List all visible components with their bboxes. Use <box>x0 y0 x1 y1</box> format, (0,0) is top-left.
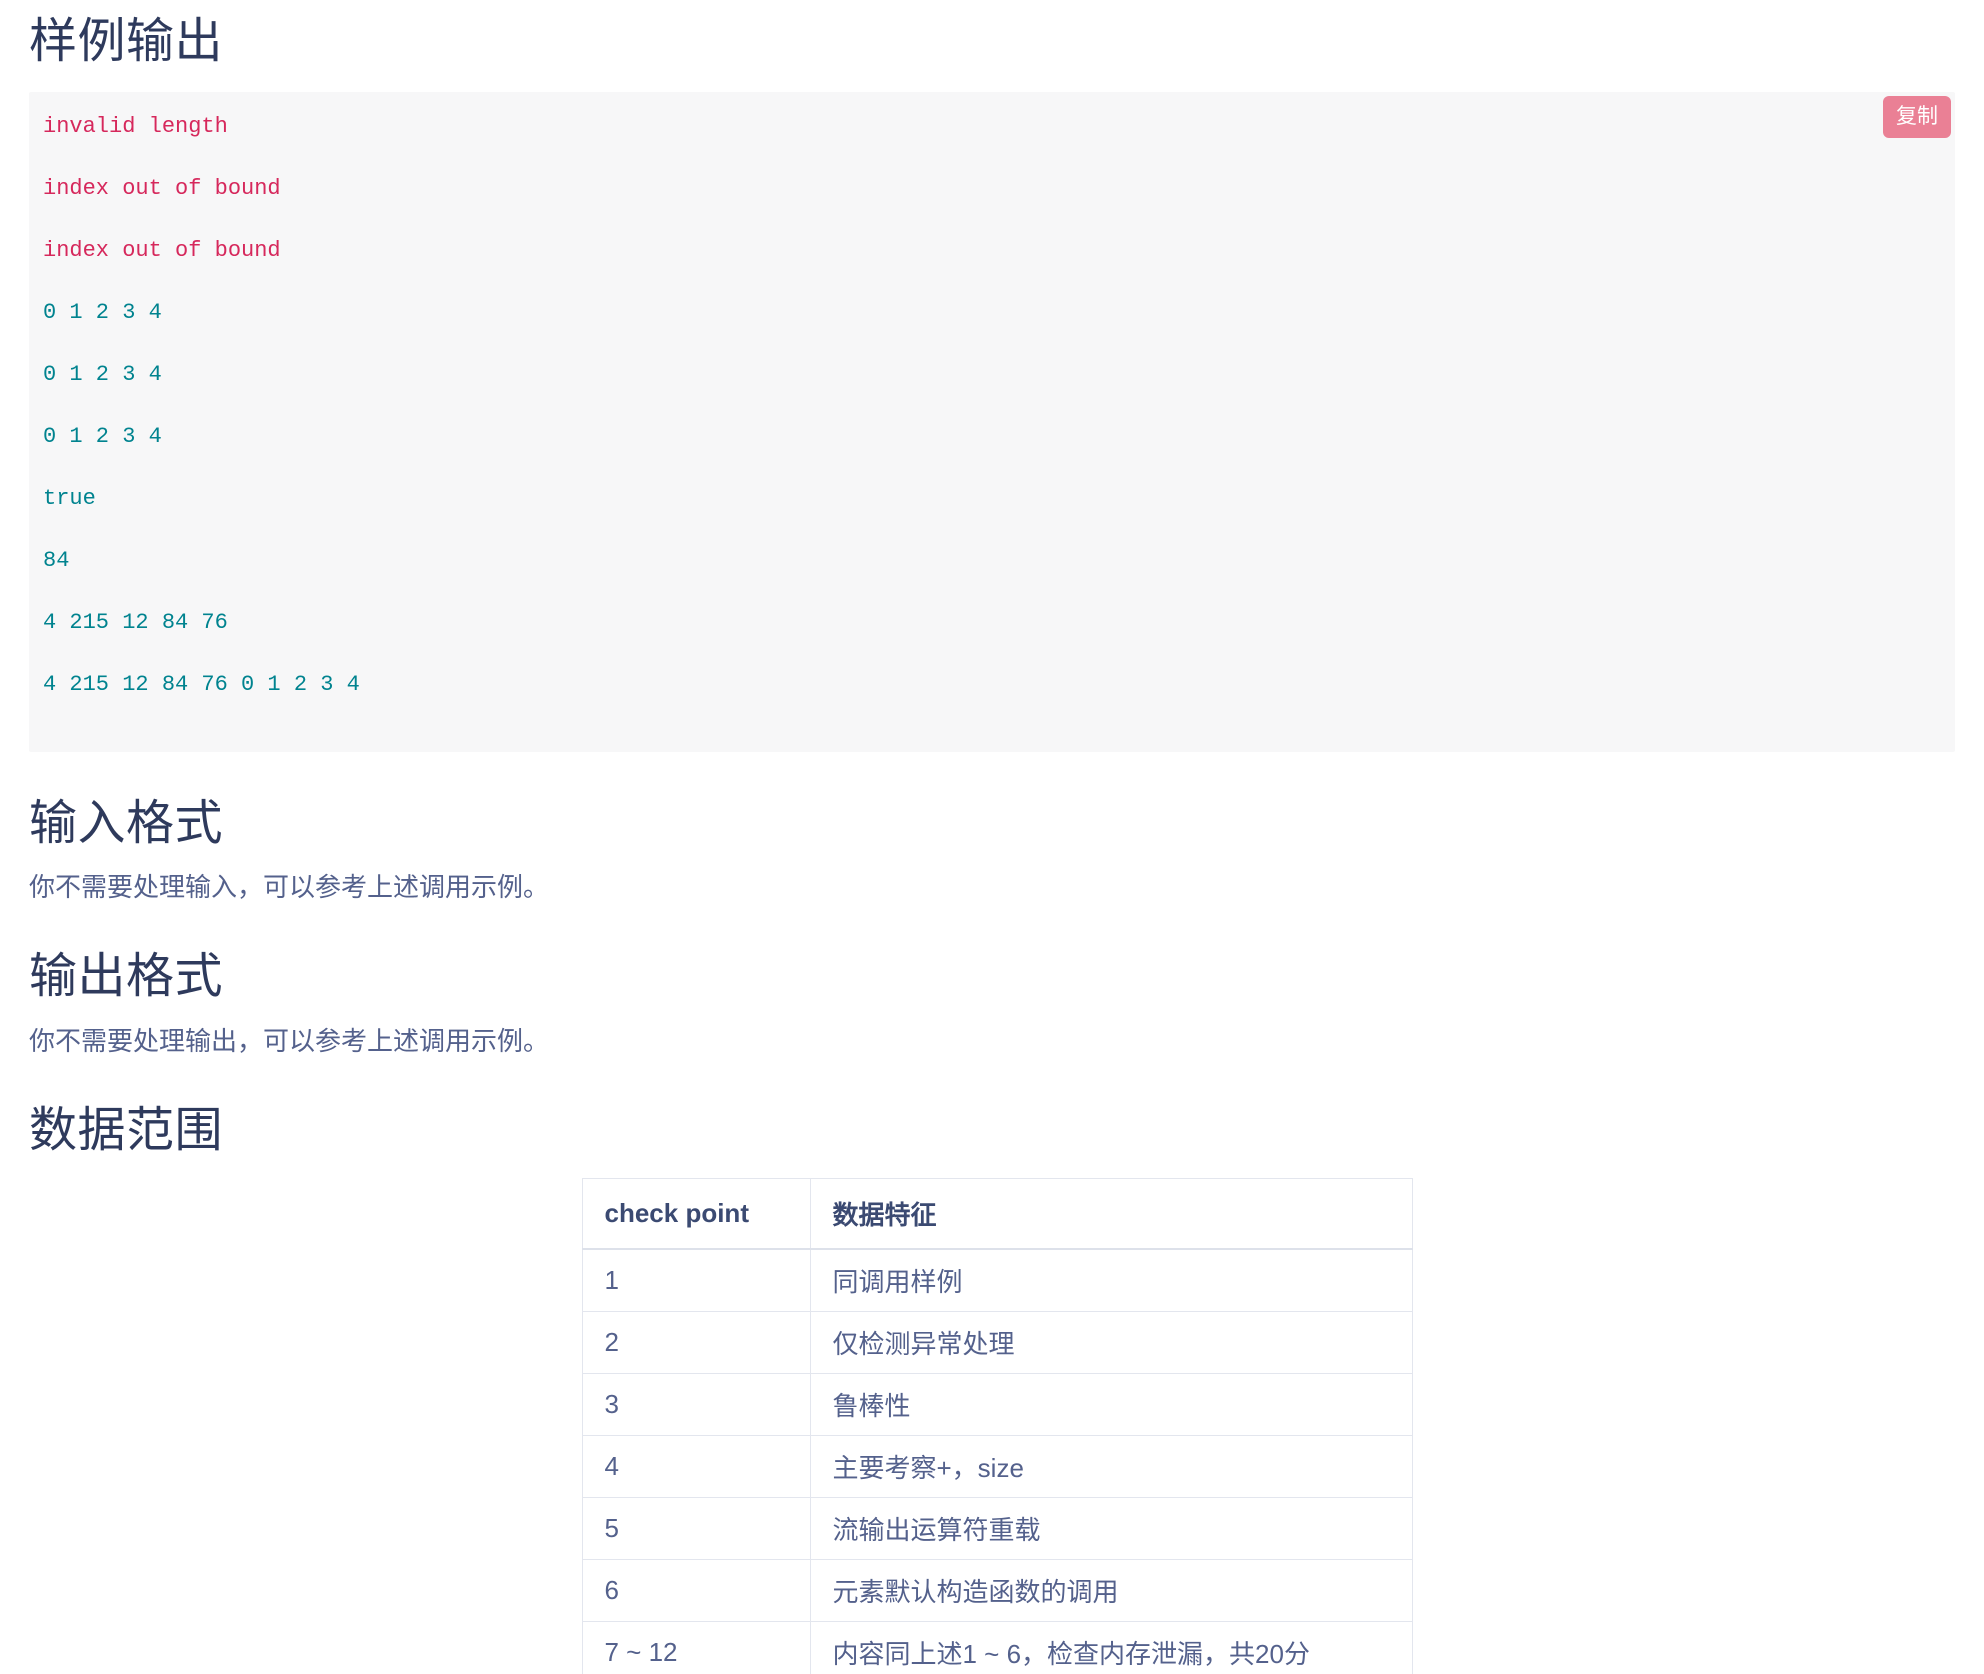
input-format-description: 你不需要处理输入，可以参考上述调用示例。 <box>29 872 550 903</box>
problem-statement-page: 样例输出 invalid length index out of bound i… <box>0 0 1984 1674</box>
section-heading-input-format: 输入格式 <box>29 797 224 851</box>
code-line: 4 215 12 84 76 <box>43 610 228 636</box>
table-cell-feature: 仅检测异常处理 <box>809 1310 1413 1374</box>
table-header: check point 数据特征 <box>581 1177 1413 1250</box>
table-cell-feature: 元素默认构造函数的调用 <box>809 1558 1413 1622</box>
table-cell-check-point: 2 <box>581 1310 811 1374</box>
code-line: index out of bound <box>43 176 281 202</box>
code-line: 0 1 2 3 4 <box>43 300 162 326</box>
table-cell-check-point: 5 <box>581 1496 811 1560</box>
code-line: 0 1 2 3 4 <box>43 362 162 388</box>
code-content: invalid length index out of bound index … <box>29 112 1955 732</box>
table-row: 7 ~ 12 内容同上述1 ~ 6，检查内存泄漏，共20分 <box>581 1620 1413 1674</box>
table-row: 1 同调用样例 <box>581 1248 1413 1312</box>
table-cell-check-point: 7 ~ 12 <box>581 1620 811 1674</box>
section-heading-data-range: 数据范围 <box>29 1103 224 1157</box>
table-cell-check-point: 1 <box>581 1248 811 1312</box>
table-column-header-2: 数据特征 <box>809 1177 1413 1250</box>
table-cell-feature: 内容同上述1 ~ 6，检查内存泄漏，共20分 <box>809 1620 1413 1674</box>
table-body: 1 同调用样例 2 仅检测异常处理 3 鲁棒性 4 主要考察+，size 5 流输出运算符重载 6 元… <box>581 1248 1413 1674</box>
copy-button[interactable]: 复制 <box>1883 96 1951 139</box>
output-format-description: 你不需要处理输出，可以参考上述调用示例。 <box>29 1025 550 1056</box>
code-line: 0 1 2 3 4 <box>43 424 162 450</box>
table-row: 6 元素默认构造函数的调用 <box>581 1558 1413 1622</box>
section-heading-output-format: 输出格式 <box>29 950 224 1004</box>
table-cell-feature: 鲁棒性 <box>809 1372 1413 1436</box>
code-line: true <box>43 486 96 512</box>
code-line: 84 <box>43 548 70 574</box>
table-row: 4 主要考察+，size <box>581 1434 1413 1498</box>
table-cell-feature: 主要考察+，size <box>809 1434 1413 1498</box>
code-line: invalid length <box>43 114 228 140</box>
table-column-header-1: check point <box>581 1177 811 1250</box>
table-cell-check-point: 6 <box>581 1558 811 1622</box>
table-cell-check-point: 3 <box>581 1372 811 1436</box>
page-title: 样例输出 <box>29 15 224 68</box>
sample-output-code-block: invalid length index out of bound index … <box>29 92 1955 753</box>
table-cell-feature: 同调用样例 <box>809 1248 1413 1312</box>
table-header-row: check point 数据特征 <box>581 1177 1413 1250</box>
table-row: 2 仅检测异常处理 <box>581 1310 1413 1374</box>
code-line: index out of bound <box>43 238 281 264</box>
check-point-table: check point 数据特征 1 同调用样例 2 仅检测异常处理 3 鲁棒性 4 主要考察+… <box>581 1177 1413 1674</box>
table-cell-check-point: 4 <box>581 1434 811 1498</box>
table-row: 5 流输出运算符重载 <box>581 1496 1413 1560</box>
data-range-table-wrapper: check point 数据特征 1 同调用样例 2 仅检测异常处理 3 鲁棒性 4 主要考察+… <box>29 1177 1955 1674</box>
table-row: 3 鲁棒性 <box>581 1372 1413 1436</box>
code-line: 4 215 12 84 76 0 1 2 3 4 <box>43 672 360 698</box>
table-cell-feature: 流输出运算符重载 <box>809 1496 1413 1560</box>
